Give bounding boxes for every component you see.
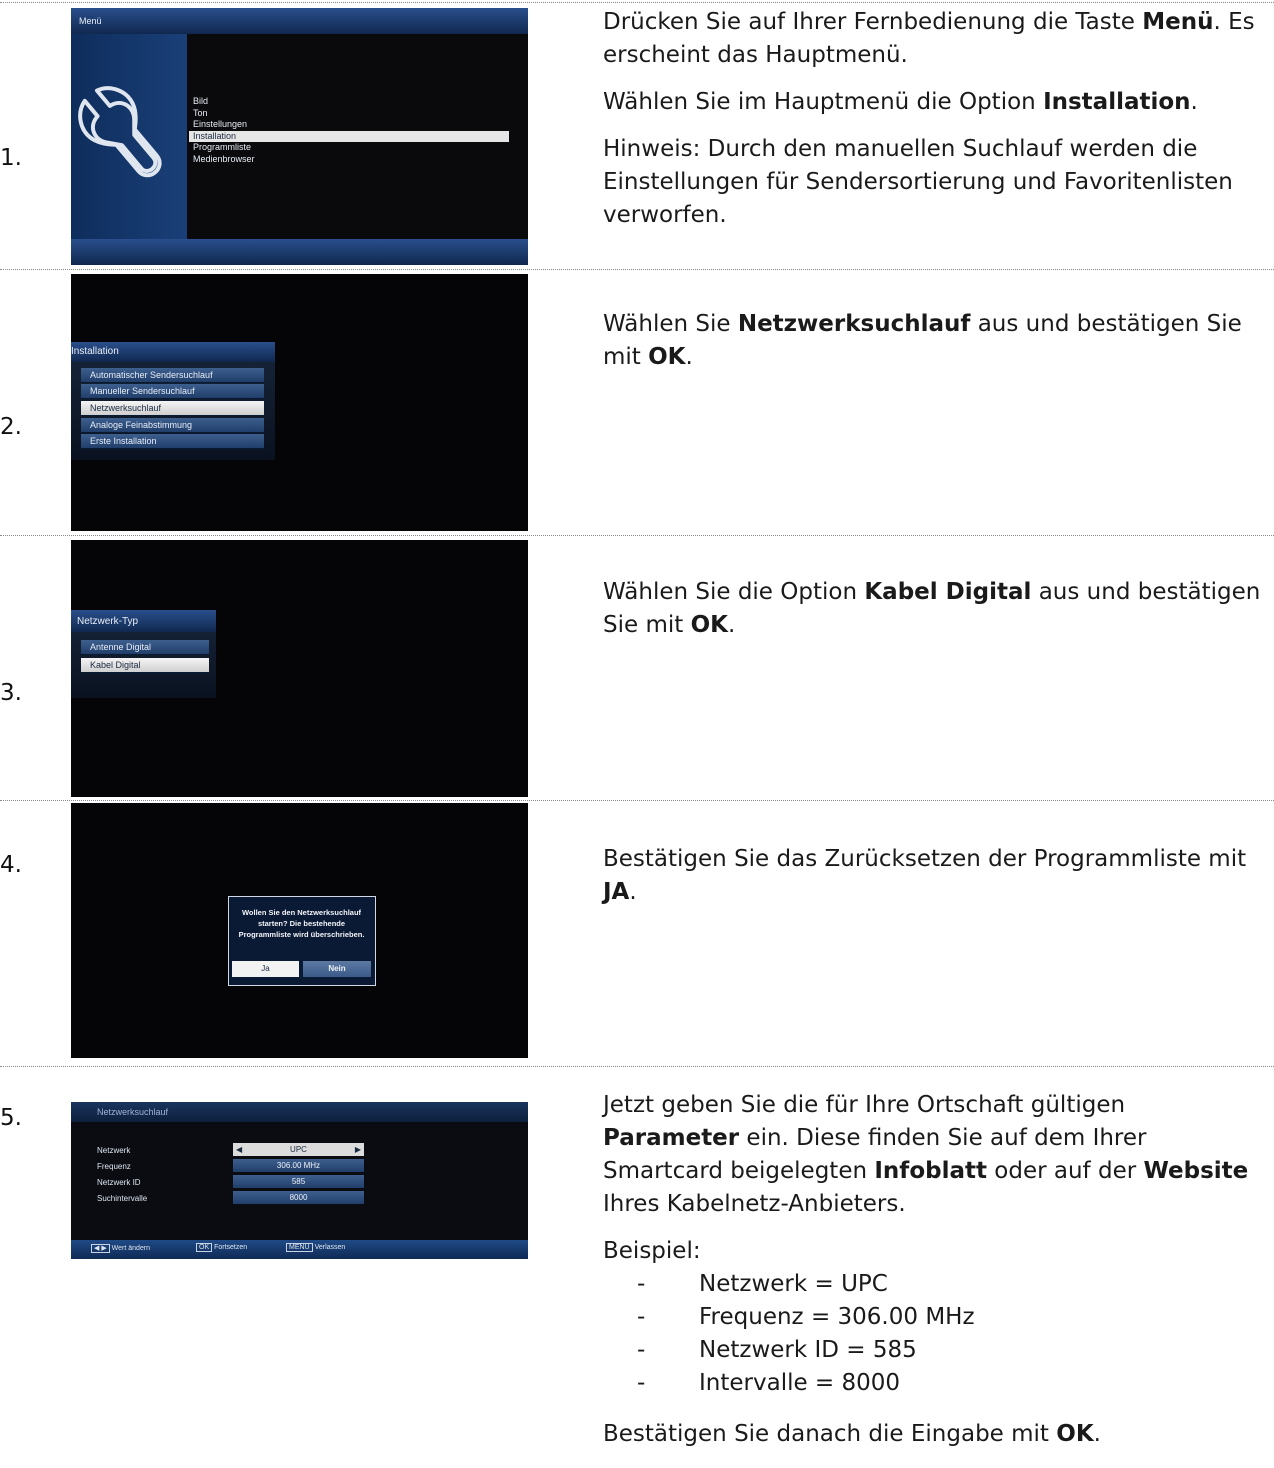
list-item: - Netzwerk = UPC <box>637 1271 888 1297</box>
menu-item-bild[interactable]: Bild <box>189 96 509 108</box>
menu-item-einstellungen[interactable]: Einstellungen <box>189 119 509 131</box>
search-footer: ◀ ▶ Wert ändern OK Fortsetzen MENU Verla… <box>71 1240 528 1259</box>
value-network-id[interactable]: 585 <box>233 1175 364 1188</box>
row-label-frequency: Frequenz <box>97 1162 131 1171</box>
step-number: 1. <box>0 145 22 171</box>
installation-title: Installation <box>71 346 119 357</box>
row-label-search-interval: Suchintervalle <box>97 1194 148 1203</box>
arrow-right-icon[interactable]: ▶ <box>355 1143 361 1156</box>
menu-item-installation[interactable]: Installation <box>189 130 509 142</box>
paragraph: Bestätigen Sie das Zurücksetzen der Prog… <box>603 846 1247 905</box>
row-label-network: Netzwerk <box>97 1146 131 1155</box>
confirm-dialog: Wollen Sie den Netzwerksuchlauf starten?… <box>228 896 376 986</box>
paragraph: Wählen Sie im Hauptmenü die Option Insta… <box>603 89 1198 115</box>
menu-item-network-search[interactable]: Netzwerksuchlauf <box>81 401 264 416</box>
arrow-left-icon[interactable]: ◀ <box>236 1143 242 1156</box>
step-number: 2. <box>0 414 22 440</box>
menu-header-bar <box>71 8 528 34</box>
paragraph: Wählen Sie Netzwerksuchlauf aus und best… <box>603 311 1242 370</box>
screenshot-main-menu: Menü Bild Ton Einstellungen Installation… <box>71 8 528 265</box>
value-network[interactable]: ◀ UPC ▶ <box>233 1143 364 1156</box>
footer-hint-exit: MENU Verlassen <box>286 1243 345 1252</box>
step-2-text: Wählen Sie Netzwerksuchlauf aus und best… <box>603 308 1268 388</box>
value-search-interval[interactable]: 8000 <box>233 1191 364 1204</box>
menu-item-analog-finetune[interactable]: Analoge Feinabstimmung <box>81 418 264 433</box>
step-4-text: Bestätigen Sie das Zurücksetzen der Prog… <box>603 843 1268 923</box>
yes-button[interactable]: Ja <box>232 961 299 977</box>
row-divider <box>0 800 1274 801</box>
example-list: - Netzwerk = UPC - Frequenz = 306.00 MHz -… <box>603 1268 1268 1400</box>
menu-footer-bar <box>71 239 528 265</box>
step-number: 4. <box>0 852 22 878</box>
list-item: - Intervalle = 8000 <box>637 1370 901 1396</box>
screenshot-network-type: Netzwerk-Typ Antenne Digital Kabel Digit… <box>71 540 528 797</box>
paragraph: Drücken Sie auf Ihrer Fernbedienung die … <box>603 9 1255 68</box>
screenshot-installation-menu: Installation Automatischer Sendersuchlau… <box>71 274 528 531</box>
wrench-icon <box>78 86 162 178</box>
menu-item-auto-search[interactable]: Automatischer Sendersuchlauf <box>81 368 264 383</box>
option-antenne-digital[interactable]: Antenne Digital <box>81 640 209 655</box>
footer-hint-continue: OK Fortsetzen <box>196 1243 247 1252</box>
search-title: Netzwerksuchlauf <box>97 1107 169 1117</box>
step-3-text: Wählen Sie die Option Kabel Digital aus … <box>603 576 1268 656</box>
screenshot-confirm-dialog: Wollen Sie den Netzwerksuchlauf starten?… <box>71 803 528 1058</box>
menu-item-ton[interactable]: Ton <box>189 108 509 120</box>
list-item: - Netzwerk ID = 585 <box>637 1337 917 1363</box>
value-frequency[interactable]: 306.00 MHz <box>233 1159 364 1172</box>
paragraph: Beispiel: <box>603 1238 701 1264</box>
footer-hint-change: ◀ ▶ Wert ändern <box>91 1244 150 1253</box>
menu-item-programmliste[interactable]: Programmliste <box>189 142 509 154</box>
main-menu-list: Bild Ton Einstellungen Installation Prog… <box>189 96 509 165</box>
paragraph: Jetzt geben Sie die für Ihre Ortschaft g… <box>603 1092 1249 1217</box>
paragraph: Hinweis: Durch den manuellen Suchlauf we… <box>603 136 1233 228</box>
paragraph: Wählen Sie die Option Kabel Digital aus … <box>603 579 1261 638</box>
dialog-message: Wollen Sie den Netzwerksuchlauf starten?… <box>238 908 365 939</box>
step-number: 3. <box>0 680 22 706</box>
menu-title: Menü <box>79 16 102 26</box>
menu-icon-panel <box>71 34 187 239</box>
list-item: - Frequenz = 306.00 MHz <box>637 1304 975 1330</box>
screenshot-network-search: Netzwerksuchlauf Netzwerk ◀ UPC ▶ Freque… <box>71 1102 528 1259</box>
row-divider <box>0 2 1274 3</box>
option-kabel-digital[interactable]: Kabel Digital <box>81 658 209 673</box>
menu-item-first-install[interactable]: Erste Installation <box>81 434 264 449</box>
menu-item-medienbrowser[interactable]: Medienbrowser <box>189 154 509 166</box>
paragraph: Bestätigen Sie danach die Eingabe mit OK… <box>603 1421 1101 1447</box>
step-5-text: Jetzt geben Sie die für Ihre Ortschaft g… <box>603 1089 1268 1465</box>
no-button[interactable]: Nein <box>303 961 371 977</box>
row-label-network-id: Netzwerk ID <box>97 1178 141 1187</box>
row-divider <box>0 1066 1274 1067</box>
menu-item-manual-search[interactable]: Manueller Sendersuchlauf <box>81 384 264 399</box>
row-divider <box>0 535 1274 536</box>
network-type-title: Netzwerk-Typ <box>77 616 139 627</box>
row-divider <box>0 269 1274 270</box>
step-number: 5. <box>0 1105 22 1131</box>
step-1-text: Drücken Sie auf Ihrer Fernbedienung die … <box>603 6 1268 246</box>
